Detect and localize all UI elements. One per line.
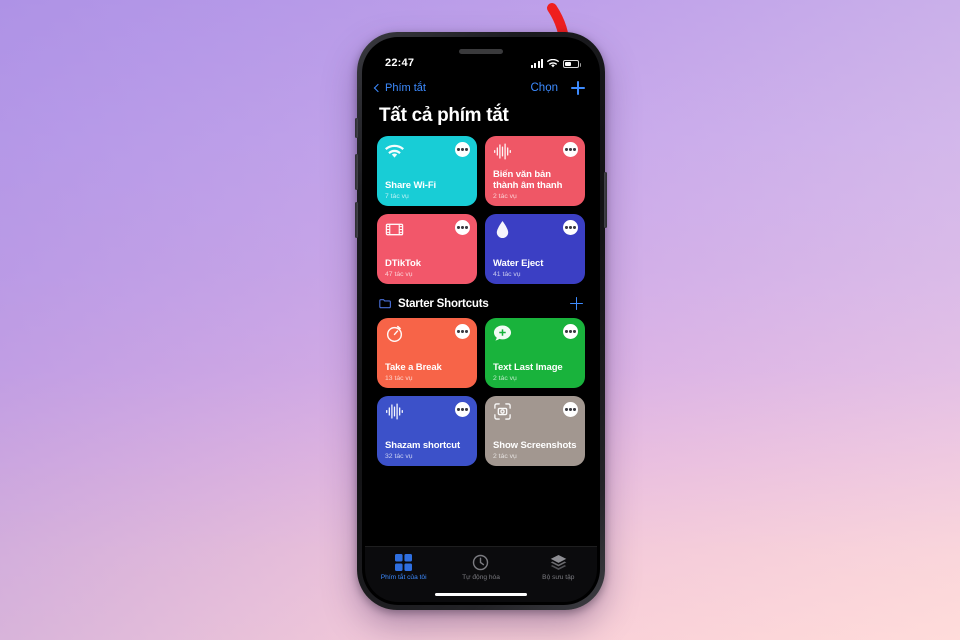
- shortcut-card-dtiktok[interactable]: DTikTok 47 tác vụ: [377, 214, 477, 284]
- card-title: DTikTok: [385, 258, 421, 269]
- card-subtitle: 2 tác vụ: [493, 375, 517, 382]
- card-subtitle: 7 tác vụ: [385, 193, 409, 200]
- shortcut-card-text-last-image[interactable]: Text Last Image 2 tác vụ: [485, 318, 585, 388]
- timer-icon: [385, 324, 404, 343]
- back-button[interactable]: Phím tắt: [373, 82, 426, 94]
- shortcut-card-text-to-audio[interactable]: Biến văn bản thành âm thanh 2 tác vụ: [485, 136, 585, 206]
- film-icon: [385, 220, 404, 239]
- grid-squares-icon: [395, 554, 413, 571]
- tab-label: Bộ sưu tập: [542, 574, 575, 581]
- tab-label: Tự động hóa: [462, 574, 500, 581]
- phone-screen: 22:47 Phím tắt Chọn Tất cả phím tắt Shar…: [365, 40, 597, 602]
- message-plus-icon: [493, 324, 512, 343]
- card-title: Share Wi-Fi: [385, 180, 437, 191]
- folder-icon: [379, 299, 391, 309]
- all-shortcuts-grid: Share Wi-Fi 7 tác vụ Biến văn bản thành …: [377, 136, 585, 284]
- card-title: Show Screenshots: [493, 440, 577, 451]
- mute-switch-button[interactable]: [355, 118, 358, 138]
- home-indicator[interactable]: [435, 592, 527, 596]
- card-title: Shazam shortcut: [385, 440, 461, 451]
- status-icons: [530, 58, 581, 68]
- tab-automation[interactable]: Tự động hóa: [442, 554, 519, 581]
- shortcut-card-shazam[interactable]: Shazam shortcut 32 tác vụ: [377, 396, 477, 466]
- back-label: Phím tắt: [385, 82, 426, 94]
- card-subtitle: 41 tác vụ: [493, 271, 521, 278]
- shortcut-card-water-eject[interactable]: Water Eject 41 tác vụ: [485, 214, 585, 284]
- tab-my-shortcuts[interactable]: Phím tắt của tôi: [365, 554, 442, 581]
- card-more-button[interactable]: [563, 402, 578, 417]
- layers-icon: [550, 554, 567, 570]
- choose-button[interactable]: Chọn: [531, 82, 559, 94]
- card-more-button[interactable]: [563, 324, 578, 339]
- section-title: Starter Shortcuts: [398, 297, 489, 310]
- wifi-icon: [547, 58, 559, 67]
- chevron-left-icon: [373, 83, 383, 93]
- starter-shortcuts-grid: Take a Break 13 tác vụ Text Last Image 2…: [377, 318, 585, 466]
- card-more-button[interactable]: [455, 220, 470, 235]
- shortcut-card-show-screenshots[interactable]: Show Screenshots 2 tác vụ: [485, 396, 585, 466]
- card-more-button[interactable]: [563, 220, 578, 235]
- card-title: Biến văn bản thành âm thanh: [493, 168, 563, 192]
- starter-shortcuts-header: Starter Shortcuts: [379, 297, 583, 310]
- add-to-folder-button[interactable]: [570, 297, 583, 310]
- screenshot-icon: [493, 402, 512, 421]
- card-more-button[interactable]: [563, 142, 578, 157]
- shortcut-card-take-a-break[interactable]: Take a Break 13 tác vụ: [377, 318, 477, 388]
- cellular-bars-icon: [530, 58, 543, 68]
- power-button[interactable]: [604, 172, 607, 228]
- card-subtitle: 13 tác vụ: [385, 375, 413, 382]
- page-title: Tất cả phím tắt: [379, 105, 509, 126]
- card-more-button[interactable]: [455, 142, 470, 157]
- clock-icon: [473, 554, 489, 571]
- card-subtitle: 2 tác vụ: [493, 453, 517, 460]
- card-title: Take a Break: [385, 362, 442, 373]
- status-bar: 22:47: [365, 40, 597, 74]
- add-shortcut-button[interactable]: [571, 81, 585, 95]
- card-title: Water Eject: [493, 258, 544, 269]
- battery-icon: [563, 59, 581, 68]
- status-time: 22:47: [385, 57, 415, 69]
- volume-up-button[interactable]: [355, 154, 358, 190]
- nav-actions: Chọn: [531, 81, 585, 95]
- waveform-icon: [493, 142, 512, 161]
- card-more-button[interactable]: [455, 402, 470, 417]
- card-title: Text Last Image: [493, 362, 563, 373]
- wifi-icon: [385, 142, 404, 161]
- tab-label: Phím tắt của tôi: [380, 574, 427, 581]
- card-subtitle: 47 tác vụ: [385, 271, 413, 278]
- tab-gallery[interactable]: Bộ sưu tập: [520, 554, 597, 581]
- waveform-icon: [385, 402, 404, 421]
- water-drop-icon: [493, 220, 512, 239]
- shortcut-card-share-wifi[interactable]: Share Wi-Fi 7 tác vụ: [377, 136, 477, 206]
- card-subtitle: 2 tác vụ: [493, 193, 517, 200]
- phone-bezel: 22:47 Phím tắt Chọn Tất cả phím tắt Shar…: [362, 37, 600, 605]
- card-subtitle: 32 tác vụ: [385, 453, 413, 460]
- navigation-bar: Phím tắt Chọn: [365, 74, 597, 102]
- iphone-device: 22:47 Phím tắt Chọn Tất cả phím tắt Shar…: [355, 32, 607, 610]
- shortcuts-list[interactable]: Tất cả phím tắt Share Wi-Fi 7 tác vụ Biế…: [365, 102, 597, 546]
- volume-down-button[interactable]: [355, 202, 358, 238]
- card-more-button[interactable]: [455, 324, 470, 339]
